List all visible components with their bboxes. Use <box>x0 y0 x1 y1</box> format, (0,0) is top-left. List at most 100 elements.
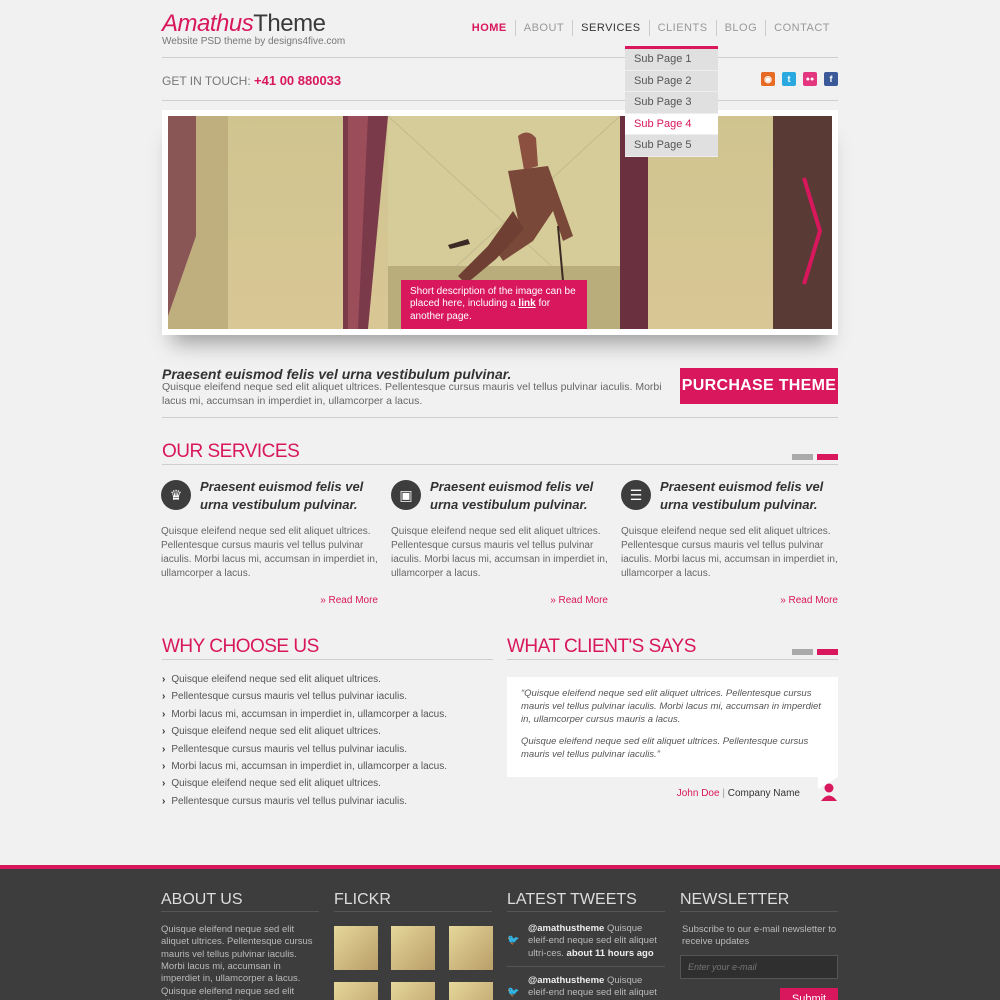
read-more-link[interactable]: » Read More <box>391 595 608 606</box>
user-avatar-icon <box>821 783 837 801</box>
caption-link[interactable]: link <box>518 298 535 309</box>
testimonial-quote: “Quisque eleifend neque sed elit aliquet… <box>507 677 838 777</box>
read-more-link[interactable]: » Read More <box>621 595 838 606</box>
nav-blog[interactable]: BLOG <box>715 20 766 36</box>
service-card: ☰ Praesent euismod felis vel urna vestib… <box>621 478 838 606</box>
nav-services[interactable]: SERVICES <box>572 20 648 36</box>
dropdown-item-selected[interactable]: Sub Page 4 <box>625 113 718 135</box>
list-item: Morbi lacus mi, accumsan in imperdiet in… <box>162 761 447 778</box>
nav-home[interactable]: HOME <box>464 20 515 36</box>
services-title: OUR SERVICES <box>162 441 300 462</box>
purchase-theme-button[interactable]: PURCHASE THEME <box>680 368 838 404</box>
pager-dot[interactable] <box>792 649 813 655</box>
service-text: Quisque eleifend neque sed elit aliquet … <box>391 526 608 580</box>
chat-bubble-icon: ☰ <box>621 480 651 510</box>
pager-dot[interactable] <box>792 454 813 460</box>
tweet-handle[interactable]: @amathustheme <box>528 975 604 986</box>
slider-next-arrow-icon[interactable] <box>802 176 822 286</box>
logo-tagline: Website PSD theme by designs4five.com <box>162 36 346 47</box>
submit-button[interactable]: Submit <box>780 988 838 1000</box>
read-more-link[interactable]: » Read More <box>161 595 378 606</box>
footer-tweets-title: LATEST TWEETS <box>507 891 637 908</box>
twitter-bird-icon: 🐦 <box>507 987 520 998</box>
services-divider <box>162 464 838 465</box>
footer-divider <box>507 911 665 912</box>
service-card: ♛ Praesent euismod felis vel urna vestib… <box>161 478 378 606</box>
main-nav: HOME ABOUT SERVICES CLIENTS BLOG CONTACT <box>464 20 838 36</box>
logo-main-text: Amathus <box>162 10 254 37</box>
list-item: Pellentesque cursus mauris vel tellus pu… <box>162 691 447 708</box>
nav-contact[interactable]: CONTACT <box>765 20 838 36</box>
footer-about-text: Quisque eleifend neque sed elit aliquet … <box>161 924 313 1000</box>
tweet: @amathustheme Quisque eleif-end neque se… <box>528 923 663 960</box>
dropdown-item[interactable]: Sub Page 5 <box>625 135 718 157</box>
subheader-divider <box>162 100 838 101</box>
footer-divider <box>334 911 492 912</box>
email-field[interactable] <box>680 955 838 979</box>
footer: ABOUT US Quisque eleifend neque sed elit… <box>0 865 1000 1000</box>
phone-number[interactable]: +41 00 880033 <box>254 73 341 88</box>
crown-icon: ♛ <box>161 480 191 510</box>
tweet-divider <box>507 966 665 967</box>
footer-newsletter-title: NEWSLETTER <box>680 891 790 908</box>
list-item: Pellentesque cursus mauris vel tellus pu… <box>162 796 447 813</box>
slide-image: Short description of the image can be pl… <box>168 116 832 329</box>
facebook-icon[interactable]: f <box>824 72 838 86</box>
list-item: Quisque eleifend neque sed elit aliquet … <box>162 726 447 743</box>
clients-divider <box>507 659 838 660</box>
tweet: @amathustheme Quisque eleif-end neque se… <box>528 975 663 1000</box>
why-title: WHY CHOOSE US <box>162 636 319 657</box>
briefcase-icon: ▣ <box>391 480 421 510</box>
slide-caption: Short description of the image can be pl… <box>401 279 587 329</box>
pager-dot-active[interactable] <box>817 649 838 655</box>
intro-text: Quisque eleifend neque sed elit aliquet … <box>162 381 662 407</box>
dropdown-item[interactable]: Sub Page 2 <box>625 71 718 92</box>
intro-title: Praesent euismod felis vel urna vestibul… <box>162 366 512 382</box>
touch-label: GET IN TOUCH: <box>162 74 251 88</box>
pager-dot-active[interactable] <box>817 454 838 460</box>
newsletter-text: Subscribe to our e-mail newsletter to re… <box>682 924 837 948</box>
tweet-time: about 11 hours ago <box>566 947 654 959</box>
service-heading: Praesent euismod felis vel urna vestibul… <box>660 479 824 512</box>
flickr-thumbnail[interactable] <box>391 982 435 1000</box>
services-pager <box>792 454 838 460</box>
footer-divider <box>161 911 319 912</box>
service-heading: Praesent euismod felis vel urna vestibul… <box>430 479 594 512</box>
logo-bold-text: Theme <box>253 10 326 37</box>
flickr-icon[interactable]: ●● <box>803 72 817 86</box>
client-name: John Doe <box>676 788 720 799</box>
service-heading: Praesent euismod felis vel urna vestibul… <box>200 479 364 512</box>
flickr-thumbnail[interactable] <box>449 982 493 1000</box>
client-separator: | <box>722 788 725 799</box>
twitter-icon[interactable]: t <box>782 72 796 86</box>
client-attribution: John Doe | Company Name <box>677 788 800 799</box>
intro-divider <box>162 417 838 418</box>
social-links: ◉ t ●● f <box>761 72 838 86</box>
caption-text: Short description of the image can be pl… <box>410 285 576 310</box>
nav-clients[interactable]: CLIENTS <box>648 20 716 36</box>
service-text: Quisque eleifend neque sed elit aliquet … <box>621 526 838 580</box>
flickr-thumbnail[interactable] <box>334 982 378 1000</box>
nav-about[interactable]: ABOUT <box>514 20 572 36</box>
service-text: Quisque eleifend neque sed elit aliquet … <box>161 526 378 580</box>
footer-about-title: ABOUT US <box>161 891 243 908</box>
get-in-touch: GET IN TOUCH: +41 00 880033 <box>162 73 341 88</box>
dropdown-item[interactable]: Sub Page 3 <box>625 92 718 114</box>
image-slider: Short description of the image can be pl… <box>162 110 838 335</box>
tweet-handle[interactable]: @amathustheme <box>528 923 604 934</box>
list-item: Morbi lacus mi, accumsan in imperdiet in… <box>162 709 447 726</box>
list-item: Quisque eleifend neque sed elit aliquet … <box>162 674 447 691</box>
clients-pager <box>792 649 838 655</box>
rss-icon[interactable]: ◉ <box>761 72 775 86</box>
flickr-thumbnail[interactable] <box>334 926 378 970</box>
flickr-thumbnail[interactable] <box>449 926 493 970</box>
logo[interactable]: AmathusTheme Website PSD theme by design… <box>162 10 345 47</box>
client-company: Company Name <box>727 788 800 799</box>
why-divider <box>162 659 493 660</box>
why-list: Quisque eleifend neque sed elit aliquet … <box>162 674 447 813</box>
service-card: ▣ Praesent euismod felis vel urna vestib… <box>391 478 608 606</box>
flickr-thumbnail[interactable] <box>391 926 435 970</box>
dropdown-item[interactable]: Sub Page 1 <box>625 49 718 71</box>
quote-paragraph: “Quisque eleifend neque sed elit aliquet… <box>521 688 821 725</box>
footer-divider <box>680 911 838 912</box>
